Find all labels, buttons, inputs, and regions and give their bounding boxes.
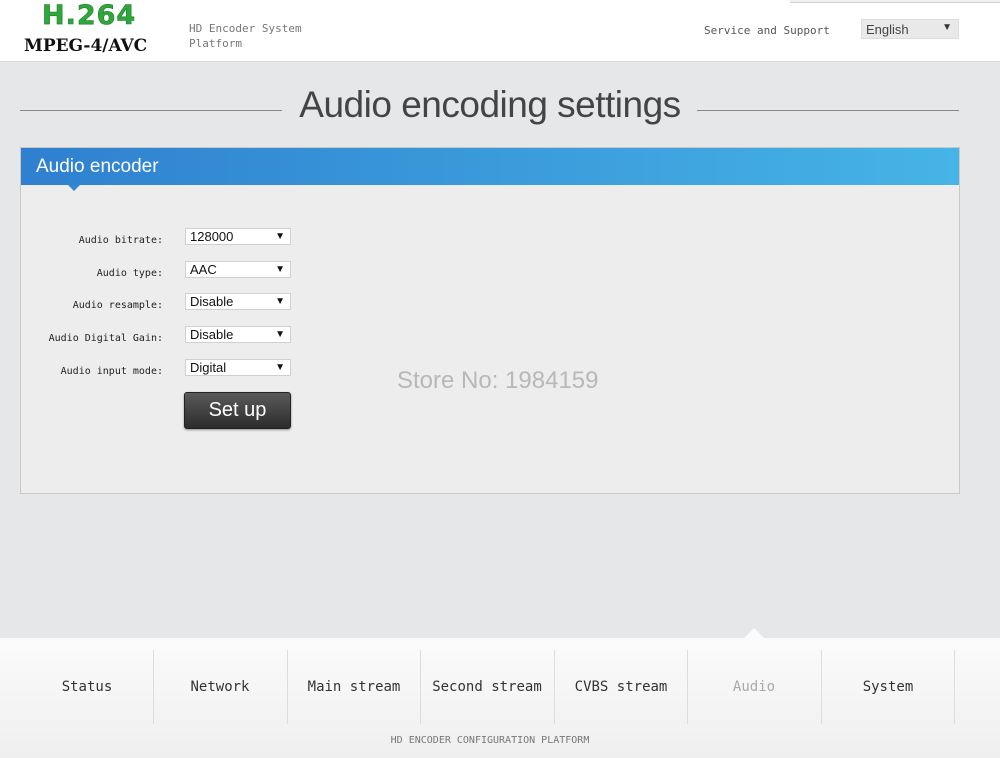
chevron-down-icon: ▼ xyxy=(275,296,285,307)
platform-name-line2: Platform xyxy=(189,37,242,50)
audio-type-label: Audio type: xyxy=(96,268,163,279)
audio-bitrate-select[interactable]: 128000 ▼ xyxy=(185,228,291,245)
audio-resample-row: Audio resample: Disable ▼ xyxy=(21,293,321,313)
audio-bitrate-value: 128000 xyxy=(190,229,234,244)
nav-item-status[interactable]: Status xyxy=(20,650,154,724)
audio-resample-value: Disable xyxy=(190,294,234,309)
audio-digital-gain-label: Audio Digital Gain: xyxy=(48,333,163,344)
page-title: Audio encoding settings xyxy=(299,84,681,125)
audio-digital-gain-value: Disable xyxy=(190,327,234,342)
audio-type-row: Audio type: AAC ▼ xyxy=(21,261,321,281)
nav-item-main-stream[interactable]: Main stream xyxy=(287,650,421,724)
audio-bitrate-row: Audio bitrate: 128000 ▼ xyxy=(21,228,321,248)
platform-name-line1: HD Encoder System xyxy=(189,22,302,35)
service-support-link[interactable]: Service and Support xyxy=(704,24,830,37)
panel-title: Audio encoder xyxy=(36,156,159,177)
audio-type-value: AAC xyxy=(190,262,217,277)
audio-digital-gain-select[interactable]: Disable ▼ xyxy=(185,326,291,343)
chevron-down-icon: ▼ xyxy=(275,329,285,340)
nav-item-cvbs-stream[interactable]: CVBS stream xyxy=(554,650,688,724)
nav-divider xyxy=(954,650,955,724)
language-select-value: English xyxy=(866,22,909,37)
chevron-down-icon: ▼ xyxy=(275,264,285,275)
set-up-button[interactable]: Set up xyxy=(184,392,291,429)
panel-header: Audio encoder xyxy=(21,148,959,185)
language-select[interactable]: English ▼ xyxy=(861,19,959,39)
audio-resample-label: Audio resample: xyxy=(72,300,163,311)
panel-header-pointer xyxy=(68,185,80,191)
nav-item-second-stream[interactable]: Second stream xyxy=(420,650,554,724)
audio-digital-gain-row: Audio Digital Gain: Disable ▼ xyxy=(21,326,321,346)
nav-item-network[interactable]: Network xyxy=(153,650,287,724)
chevron-down-icon: ▼ xyxy=(275,362,285,373)
audio-input-mode-select[interactable]: Digital ▼ xyxy=(185,359,291,376)
chevron-down-icon: ▼ xyxy=(942,22,952,33)
chevron-down-icon: ▼ xyxy=(275,231,285,242)
audio-encoder-panel: Audio encoder Audio bitrate: 128000 ▼ Au… xyxy=(20,147,960,494)
active-tab-pointer xyxy=(744,628,764,638)
audio-bitrate-label: Audio bitrate: xyxy=(78,235,163,246)
nav-item-system[interactable]: System xyxy=(821,650,955,724)
bottom-nav: Status Network Main stream Second stream… xyxy=(0,628,1000,758)
store-watermark: Store No: 1984159 xyxy=(397,367,599,394)
footer-text: HD ENCODER CONFIGURATION PLATFORM xyxy=(390,735,590,746)
logo-mpeg4: MPEG-4/AVC xyxy=(24,36,148,56)
header: H.264 MPEG-4/AVC HD Encoder System Platf… xyxy=(0,0,1000,62)
audio-input-mode-label: Audio input mode: xyxy=(60,366,163,377)
nav-item-audio[interactable]: Audio xyxy=(687,650,821,724)
top-strip xyxy=(790,0,1000,3)
audio-type-select[interactable]: AAC ▼ xyxy=(185,261,291,278)
platform-name: HD Encoder System Platform xyxy=(189,21,329,51)
audio-input-mode-row: Audio input mode: Digital ▼ xyxy=(21,359,321,379)
audio-input-mode-value: Digital xyxy=(190,360,227,375)
audio-resample-select[interactable]: Disable ▼ xyxy=(185,293,291,310)
logo-h264: H.264 xyxy=(42,0,137,31)
